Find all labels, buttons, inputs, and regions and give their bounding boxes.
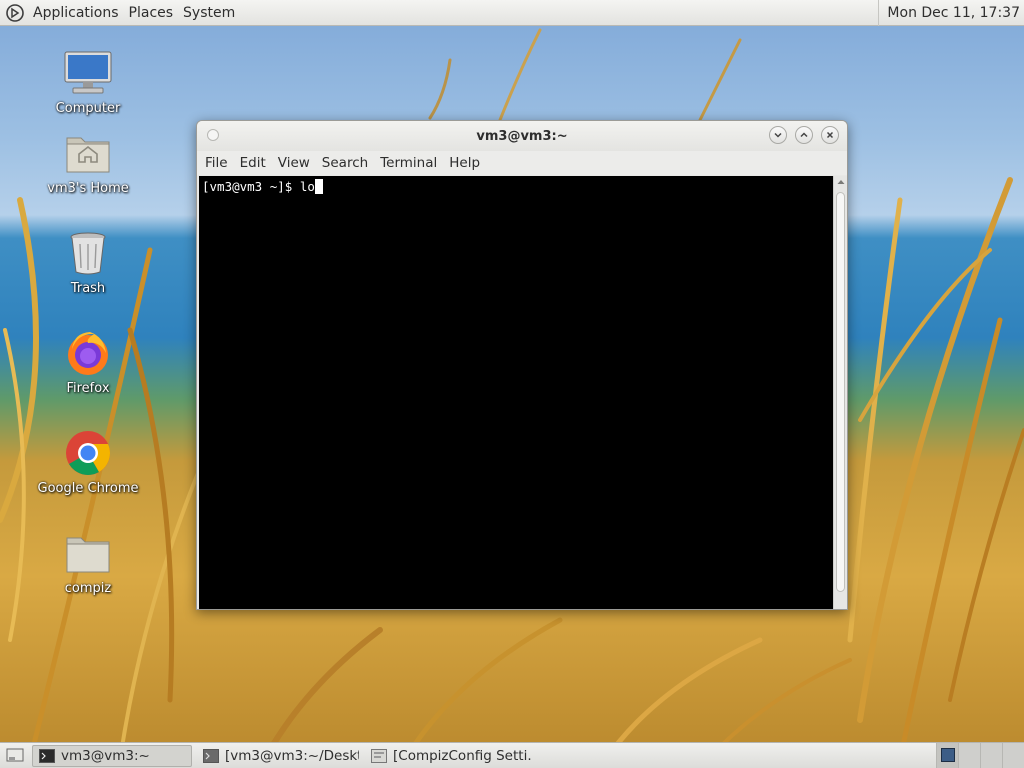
menu-terminal[interactable]: Terminal	[374, 155, 443, 171]
workspace-3[interactable]	[980, 743, 1002, 768]
terminal-window[interactable]: vm3@vm3:~ File Edit View Search Terminal…	[196, 120, 848, 610]
taskbar-item-terminal-desktop[interactable]: [vm3@vm3:~/Deskt...	[196, 745, 360, 767]
show-desktop-button[interactable]	[4, 746, 26, 766]
system-menu[interactable]: System	[179, 5, 241, 21]
scrollbar-thumb[interactable]	[836, 192, 845, 592]
places-menu[interactable]: Places	[125, 5, 180, 21]
window-titlebar[interactable]: vm3@vm3:~	[197, 121, 847, 151]
workspace-1[interactable]	[936, 743, 958, 768]
top-panel: Applications Places System Mon Dec 11, 1…	[0, 0, 1024, 26]
terminal-icon	[39, 748, 55, 763]
home-folder-icon	[63, 128, 113, 178]
menu-help[interactable]: Help	[443, 155, 486, 171]
desktop-icon-chrome[interactable]: Google Chrome	[33, 428, 143, 496]
taskbar-item-compizconfig[interactable]: [CompizConfig Setti...	[364, 745, 534, 767]
maximize-button[interactable]	[795, 126, 813, 144]
desktop-icon-label: vm3's Home	[47, 181, 129, 196]
trash-icon	[63, 228, 113, 278]
window-menu-icon[interactable]	[207, 129, 219, 141]
minimize-button[interactable]	[769, 126, 787, 144]
show-desktop-icon	[6, 748, 24, 761]
folder-icon	[63, 528, 113, 578]
terminal-input: lo	[299, 179, 315, 194]
taskbar-item-terminal[interactable]: vm3@vm3:~	[32, 744, 192, 767]
menu-search[interactable]: Search	[316, 155, 374, 171]
firefox-icon	[63, 328, 113, 378]
window-title: vm3@vm3:~	[476, 128, 568, 144]
workspace-2[interactable]	[958, 743, 980, 768]
terminal-line: [vm3@vm3 ~]$ lo	[202, 179, 323, 194]
chevron-up-icon	[800, 132, 808, 138]
desktop-icon-compiz[interactable]: compiz	[33, 528, 143, 596]
bottom-panel: vm3@vm3:~ [vm3@vm3:~/Deskt... [CompizCon…	[0, 742, 1024, 768]
terminal-cursor	[314, 179, 323, 194]
workspace-4[interactable]	[1002, 743, 1024, 768]
desktop-icon-home[interactable]: vm3's Home	[33, 128, 143, 196]
scroll-up-icon[interactable]	[837, 178, 845, 186]
applications-menu[interactable]: Applications	[31, 5, 125, 21]
terminal-output[interactable]: [vm3@vm3 ~]$ lo	[199, 176, 833, 609]
chevron-down-icon	[774, 132, 782, 138]
menu-file[interactable]: File	[199, 155, 234, 171]
desktop-icon-label: Trash	[70, 281, 106, 296]
terminal-icon	[203, 748, 219, 763]
desktop-icon-trash[interactable]: Trash	[33, 228, 143, 296]
menu-view[interactable]: View	[272, 155, 316, 171]
settings-window-icon	[371, 748, 387, 763]
desktop-icon-firefox[interactable]: Firefox	[33, 328, 143, 396]
workspace-window-thumbnail	[941, 748, 955, 762]
menu-edit[interactable]: Edit	[234, 155, 272, 171]
desktop-icon-label: compiz	[64, 581, 112, 596]
desktop-icon-label: Google Chrome	[37, 481, 139, 496]
computer-icon	[63, 48, 113, 98]
desktop-icon-label: Firefox	[66, 381, 110, 396]
close-icon	[826, 131, 834, 139]
close-button[interactable]	[821, 126, 839, 144]
desktop-icon-computer[interactable]: Computer	[33, 48, 143, 116]
terminal-scrollbar[interactable]	[833, 176, 847, 609]
workspace-switcher	[936, 743, 1024, 768]
distro-logo-icon[interactable]	[5, 3, 25, 23]
taskbar-item-label: [vm3@vm3:~/Deskt...	[225, 747, 359, 764]
taskbar-item-label: vm3@vm3:~	[61, 747, 150, 764]
desktop-icon-label: Computer	[55, 101, 121, 116]
terminal-menubar: File Edit View Search Terminal Help	[197, 151, 847, 175]
taskbar-item-label: [CompizConfig Setti...	[393, 747, 534, 764]
panel-clock[interactable]: Mon Dec 11, 17:37	[878, 0, 1020, 26]
chrome-icon	[63, 428, 113, 478]
terminal-prompt: [vm3@vm3 ~]$	[202, 179, 300, 194]
